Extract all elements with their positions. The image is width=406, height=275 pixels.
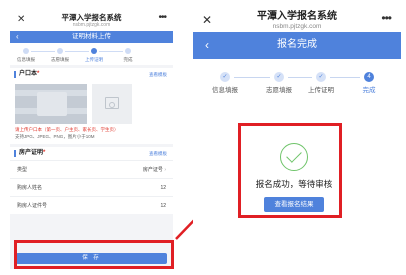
add-photo-button[interactable] (92, 84, 132, 124)
step-label: 完成 (362, 87, 376, 94)
page-header: ‹ 报名完成 (193, 32, 401, 59)
format-note: 支持JPG、JPEG、PNG，图片小于10M (15, 134, 95, 139)
success-highlight-box (238, 123, 342, 218)
type-row[interactable]: 类型 房产证号 › (10, 160, 173, 178)
step-number-icon (91, 48, 97, 54)
section-title: 房产证明* (19, 150, 46, 156)
chevron-right-icon: › (164, 167, 166, 173)
photo-document (37, 92, 67, 116)
section-header: 房产证明* 查看模板 (10, 147, 173, 160)
section-title: 户口本* (19, 71, 40, 77)
step-label: 志愿填报 (266, 87, 292, 94)
step-label: 信息填报 (212, 87, 238, 94)
wechat-top-bar: ✕ 平潭入学报名系统 nsbm.pjtzgk.com ••• (193, 4, 401, 32)
row-label: 购房人姓名 (17, 185, 43, 191)
step-progress: 信息填报 志愿填报 上传证明 完成 (10, 43, 173, 65)
upload-photos (10, 81, 173, 127)
step-connector (288, 77, 312, 78)
buyer-id-row[interactable]: 购房人证件号 12 (10, 196, 173, 214)
row-label: 类型 (17, 167, 28, 173)
image-icon (105, 97, 119, 109)
step-label: 完成 (123, 57, 133, 62)
row-value: 12 (160, 203, 166, 209)
buyer-name-row[interactable]: 购房人姓名 12 (10, 178, 173, 196)
row-value: 房产证号 › (142, 167, 166, 173)
step-circle-icon (125, 48, 131, 54)
uploaded-photo[interactable] (15, 84, 87, 124)
step-label: 上传证明 (308, 87, 334, 94)
step-label: 上传证明 (85, 57, 103, 62)
row-value: 12 (160, 185, 166, 191)
house-section: 房产证明* 查看模板 类型 房产证号 › 购房人姓名 12 购房人证件号 12 (10, 147, 173, 214)
check-icon: ✓ (316, 72, 326, 82)
step-connector (330, 77, 360, 78)
step-connector (234, 77, 270, 78)
wechat-url: nsbm.pjtzgk.com (72, 22, 111, 28)
more-icon[interactable]: ••• (381, 12, 392, 24)
page-title: 报名完成 (277, 39, 317, 50)
step-number-icon: 4 (364, 72, 374, 82)
step-label: 志愿填报 (51, 57, 69, 62)
wechat-url: nsbm.pjtzgk.com (272, 23, 322, 30)
view-template-link[interactable]: 查看模板 (149, 72, 167, 77)
required-mark: * (43, 150, 46, 156)
page-header: ‹ 证明材料上传 (10, 31, 173, 43)
required-mark: * (37, 71, 40, 77)
step-progress: ✓ ✓ ✓ 4 信息填报 志愿填报 上传证明 完成 (193, 59, 401, 99)
wechat-title: 平潭入学报名系统 (61, 13, 122, 22)
check-icon (23, 48, 29, 54)
save-highlight-box (14, 240, 174, 269)
wechat-top-bar: ✕ 平潭入学报名系统 nsbm.pjtzgk.com ••• (10, 12, 173, 31)
step-connector (65, 50, 89, 52)
wechat-title: 平潭入学报名系统 (257, 11, 337, 22)
hukou-section: 户口本* 查看模板 请上传户口本（第一页、户主页、家长页、学生页） 支持JPG、… (10, 68, 173, 144)
row-label: 购房人证件号 (17, 203, 48, 209)
section-accent (14, 150, 16, 157)
step-connector (31, 50, 55, 52)
check-icon: ✓ (274, 72, 284, 82)
section-header: 户口本* 查看模板 (10, 68, 173, 81)
section-accent (14, 71, 16, 78)
check-icon: ✓ (220, 72, 230, 82)
page-title: 证明材料上传 (72, 33, 111, 40)
view-template-link[interactable]: 查看模板 (149, 151, 167, 156)
step-connector (99, 50, 123, 52)
more-icon[interactable]: ••• (158, 13, 166, 23)
step-label: 信息填报 (17, 57, 35, 62)
upload-screen: ✕ 平潭入学报名系统 nsbm.pjtzgk.com ••• ‹ 证明材料上传 … (10, 12, 173, 269)
check-icon (57, 48, 63, 54)
